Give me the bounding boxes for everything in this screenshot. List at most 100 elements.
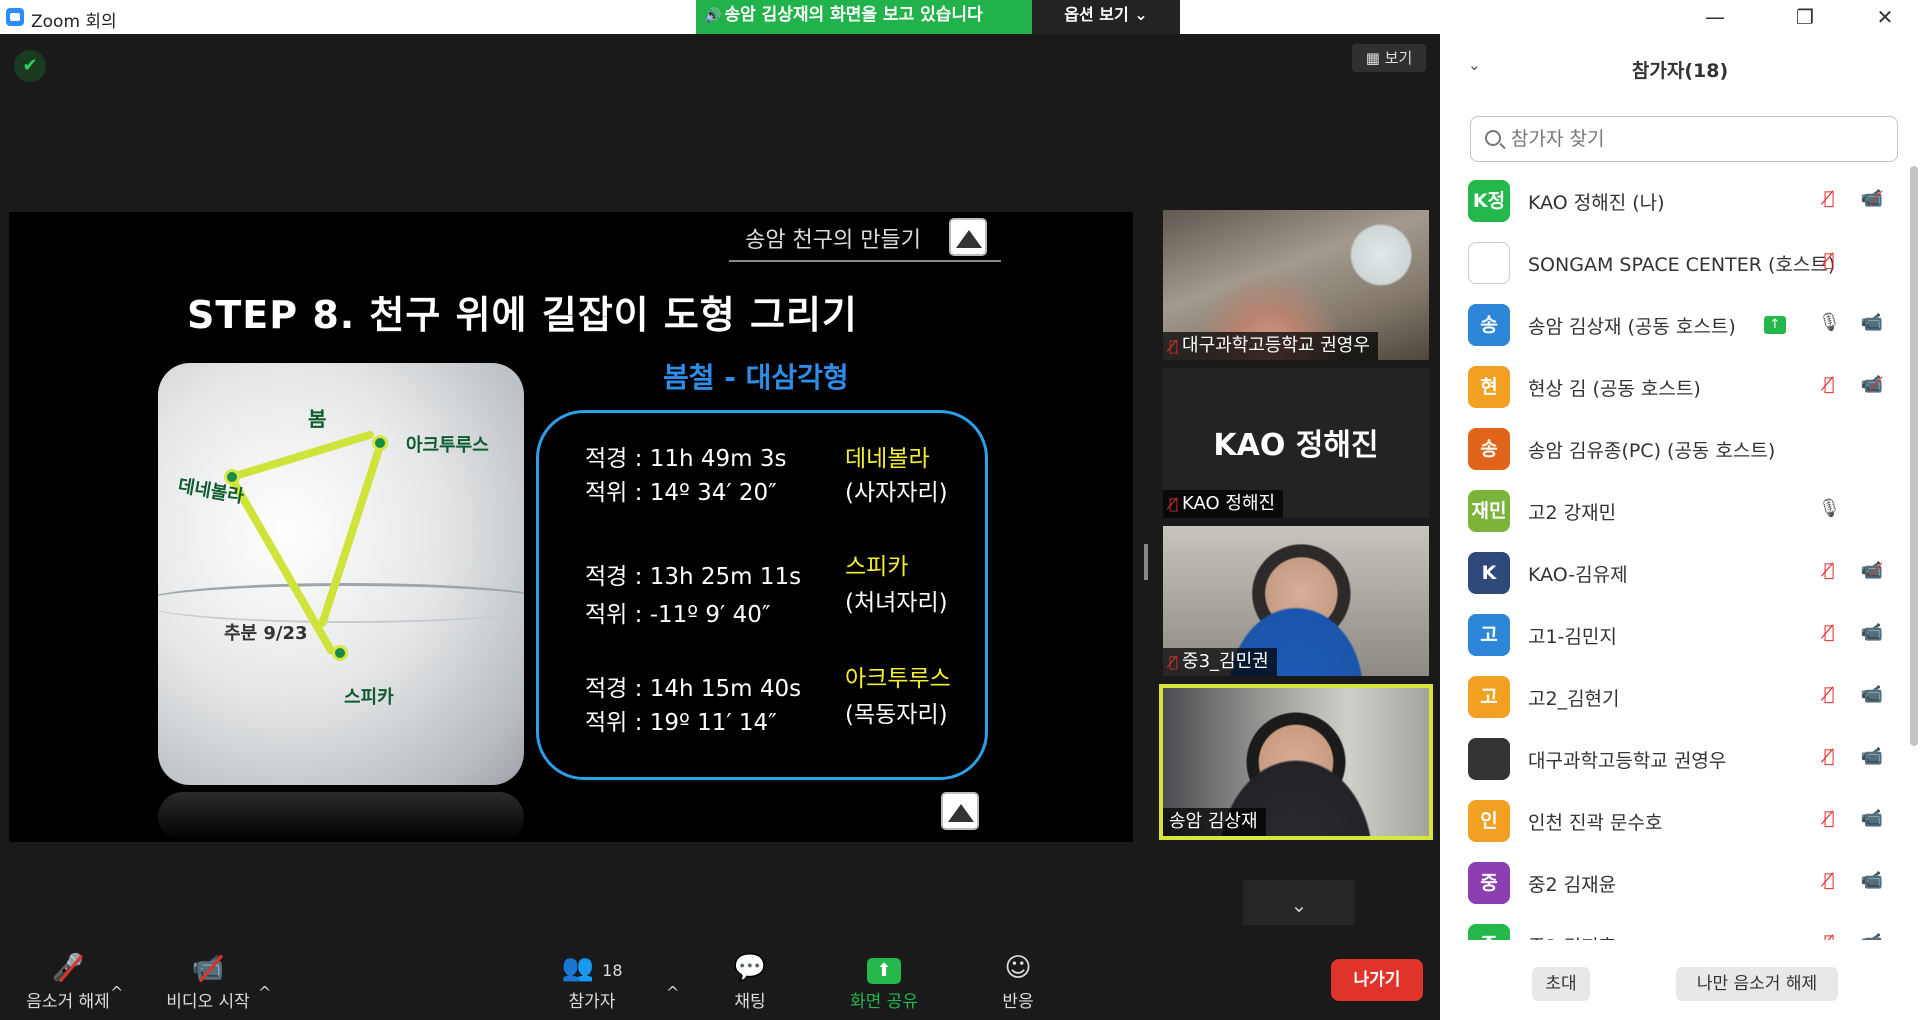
participant-name: 고2_김현기 xyxy=(1528,688,1620,710)
photo-reflection xyxy=(158,792,524,842)
participant-row[interactable]: K KAO-김유제 🎙̸ 📹̸ xyxy=(1440,542,1906,604)
mic-muted-icon: 🎙̸ xyxy=(1823,870,1835,891)
participant-row[interactable]: 송 송암 김상재 (공동 호스트) ↑ 🎙 📹 xyxy=(1440,294,1906,356)
participant-name: 현상 김 (공동 호스트) xyxy=(1528,378,1701,400)
video-placeholder-name: KAO 정해진 xyxy=(1213,428,1379,463)
close-icon[interactable]: ✕ xyxy=(1860,2,1910,32)
sharing-screen-icon: ↑ xyxy=(1764,316,1786,334)
view-options-button[interactable]: 옵션 보기 ⌄ xyxy=(1032,0,1180,34)
camera-icon: 📹 xyxy=(1860,808,1884,829)
participant-row[interactable]: 재민 고2 강재민 🎙 xyxy=(1440,480,1906,542)
participant-avatar: 재민 xyxy=(1468,490,1510,532)
participant-search-input[interactable]: 참가자 찾기 xyxy=(1470,116,1898,162)
unmute-button[interactable]: 🎤 음소거 해제 xyxy=(8,949,128,1012)
restore-icon[interactable]: ❐ xyxy=(1780,2,1830,32)
spring-label: 봄 xyxy=(308,407,327,431)
participant-row[interactable]: 중중3 김지훈 🎙̸ 📹 xyxy=(1440,914,1906,940)
security-shield-icon[interactable]: ✔ xyxy=(14,50,46,82)
participant-avatar: 고 xyxy=(1468,676,1510,718)
arcturus-dot xyxy=(372,435,388,451)
participants-options-caret-icon[interactable]: ^ xyxy=(666,983,679,1002)
participants-panel: — ❐ ✕ ⌄ 참가자(18) 참가자 찾기 K정 KAO 정해진 (나) 🎙̸ 📹̸… xyxy=(1440,0,1920,1020)
participant-avatar: 고 xyxy=(1468,614,1510,656)
video-name-tag: 🎙̸ 대구과학고등학교 권영우 xyxy=(1163,332,1378,360)
smiley-plus-icon: ☺ xyxy=(1004,953,1032,983)
mic-icon: 🎙 xyxy=(1818,498,1841,519)
songam-logo-icon xyxy=(949,218,987,256)
mic-muted-icon: 🎙̸ xyxy=(1818,932,1840,940)
participant-row[interactable]: 고 고2_김현기 🎙̸ 📹 xyxy=(1440,666,1906,728)
video-tile[interactable]: 🎙̸ 대구과학고등학교 권영우 xyxy=(1163,210,1429,360)
microphone-muted-icon: 🎤 xyxy=(8,949,128,987)
participant-name: 고1-김민지 xyxy=(1528,626,1617,648)
audio-options-caret-icon[interactable]: ^ xyxy=(110,983,123,1002)
participant-row[interactable]: 중 중2 김재윤 🎙̸ 📹 xyxy=(1440,852,1906,914)
participant-name: 중3 김지훈 xyxy=(1528,932,1616,940)
camera-off-icon: 📹 xyxy=(148,949,268,987)
view-options-label: 옵션 보기 xyxy=(1064,5,1129,24)
video-name: KAO 정해진 xyxy=(1182,493,1276,514)
start-video-button[interactable]: 📹 비디오 시작 xyxy=(148,949,268,1012)
camera-icon: 📹 xyxy=(1858,932,1886,940)
participant-row[interactable]: 현 현상 김 (공동 호스트) 🎙̸ 📹̸ xyxy=(1440,356,1906,418)
video-name: 중3_김민권 xyxy=(1182,651,1269,672)
star-name: 스피카 xyxy=(845,554,909,580)
participant-avatar: 인 xyxy=(1468,800,1510,842)
start-video-label: 비디오 시작 xyxy=(166,992,250,1012)
participant-avatar: 송 xyxy=(1468,428,1510,470)
view-button[interactable]: ▦ 보기 xyxy=(1352,44,1426,72)
slide-title: STEP 8. 천구 위에 길잡이 도형 그리기 xyxy=(187,293,858,337)
mic-muted-icon: 🎙̸ xyxy=(1169,495,1179,513)
triangle-line xyxy=(230,429,375,481)
camera-icon: 📹 xyxy=(1860,746,1884,767)
camera-icon: 📹 xyxy=(1860,684,1884,705)
header-underline xyxy=(729,260,1001,262)
chat-button[interactable]: 💬 채팅 xyxy=(690,949,810,1012)
banner-text: 송암 김상재의 화면을 보고 있습니다 xyxy=(724,5,983,25)
participant-row[interactable]: 인 인천 진곽 문수호 🎙̸ 📹 xyxy=(1440,790,1906,852)
participant-row[interactable]: 고 고1-김민지 🎙̸ 📹 xyxy=(1440,604,1906,666)
sphere-rim xyxy=(158,583,524,623)
camera-off-icon: 📹̸ xyxy=(1860,374,1884,395)
mic-muted-icon: 🎙̸ xyxy=(1823,746,1835,767)
participant-avatar: K xyxy=(1468,552,1510,594)
participant-name: 고2 강재민 xyxy=(1528,502,1617,524)
gallery-next-chevron-icon[interactable]: ⌄ xyxy=(1243,880,1355,930)
slide-subtitle: 봄철 - 대삼각형 xyxy=(663,361,849,394)
arcturus-label: 아크투루스 xyxy=(406,435,489,456)
split-resize-handle[interactable] xyxy=(1144,544,1148,580)
minimize-icon[interactable]: — xyxy=(1690,2,1740,32)
mic-muted-icon: 🎙̸ xyxy=(1823,374,1835,395)
video-tile[interactable]: KAO 정해진 🎙̸ KAO 정해진 xyxy=(1163,368,1429,518)
video-name-tag: 🎙̸ 중3_김민권 xyxy=(1163,648,1277,676)
reactions-button[interactable]: ☺ 반응 xyxy=(958,949,1078,1012)
participants-title: 참가자(18) xyxy=(1631,60,1729,82)
participant-row[interactable]: SONGAM SPACE CENTER (호스트) 🎙̸ xyxy=(1440,232,1906,294)
participants-count: 18 xyxy=(602,961,623,980)
participants-button[interactable]: 👥 18 참가자 xyxy=(532,949,652,1012)
participant-row[interactable]: 대구과학고등학교 권영우 🎙̸ 📹 xyxy=(1440,728,1906,790)
video-options-caret-icon[interactable]: ^ xyxy=(258,983,271,1002)
leave-meeting-button[interactable]: 나가기 xyxy=(1331,959,1423,1001)
participant-avatar: 현 xyxy=(1468,366,1510,408)
spica-label: 스피카 xyxy=(344,687,394,708)
unmute-me-button[interactable]: 나만 음소거 해제 xyxy=(1676,967,1838,1001)
share-screen-button[interactable]: ⬆ 화면 공유 xyxy=(824,949,944,1012)
equinox-label: 추분 9/23 xyxy=(224,623,308,644)
video-tile[interactable]: 🎙̸ 중3_김민권 xyxy=(1163,526,1429,676)
star-name: 데네볼라 xyxy=(845,446,930,472)
participant-list-scrollbar[interactable] xyxy=(1910,166,1918,746)
star-dec: 적위 : 19º 11′ 14″ xyxy=(585,710,777,736)
participant-row[interactable]: K정 KAO 정해진 (나) 🎙̸ 📹̸ xyxy=(1440,170,1906,232)
celestial-sphere-photo: 봄 아크투루스 데네볼라 추분 9/23 스피카 xyxy=(158,363,524,785)
chat-label: 채팅 xyxy=(734,992,766,1012)
active-speaker-tile[interactable]: 송암 김상재 xyxy=(1159,684,1433,840)
star-ra: 적경 : 13h 25m 11s xyxy=(585,564,802,590)
screen-share-banner: 🔊 송암 김상재의 화면을 보고 있습니다 xyxy=(696,0,1032,34)
star-name: 아크투루스 xyxy=(845,666,951,692)
window-title: Zoom 회의 xyxy=(31,12,117,32)
invite-button[interactable]: 초대 xyxy=(1532,967,1590,1001)
camera-icon: 📹 xyxy=(1860,312,1884,333)
participant-avatar xyxy=(1468,242,1510,284)
participant-row[interactable]: 송 송암 김유종(PC) (공동 호스트) xyxy=(1440,418,1906,480)
